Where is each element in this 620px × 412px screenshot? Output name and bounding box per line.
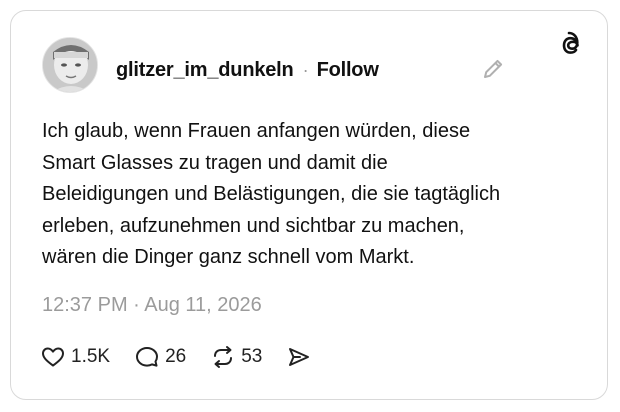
- reply-button[interactable]: 26: [134, 344, 186, 370]
- send-icon: [289, 348, 310, 366]
- reply-count: 26: [165, 346, 187, 367]
- repost-button[interactable]: 53: [210, 344, 262, 370]
- pencil-icon[interactable]: [480, 56, 506, 82]
- post-timestamp[interactable]: 12:37 PM · Aug 11, 2026: [42, 294, 262, 317]
- username-link[interactable]: glitzer_im_dunkeln: [116, 59, 294, 82]
- separator-dot: ·: [302, 59, 309, 80]
- share-button[interactable]: [286, 344, 312, 370]
- action-bar: 1.5K 26 53: [40, 342, 312, 372]
- post-text-line: wären die Dinger ganz schnell vom Markt.: [42, 246, 415, 268]
- repost-count: 53: [241, 346, 263, 367]
- post-text-line: Ich glaub, wenn Frauen anfangen würden, …: [42, 120, 471, 142]
- post-text-line: Smart Glasses zu tragen und damit die: [42, 151, 388, 174]
- speech-bubble-icon: [136, 347, 159, 367]
- post-text-line: erleben, aufzunehmen und sichtbar zu mac…: [42, 214, 465, 237]
- post-text: Ich glaub, wenn Frauen anfangen würden, …: [42, 116, 582, 274]
- avatar[interactable]: [42, 37, 98, 93]
- avatar-photo: [43, 38, 97, 92]
- follow-button[interactable]: Follow: [317, 59, 379, 82]
- threads-logo-icon[interactable]: [556, 30, 586, 60]
- repost-arrows-icon: [214, 346, 233, 368]
- heart-icon: [42, 347, 64, 367]
- post-text-line: Beleidigungen und Belästigungen, die sie…: [42, 183, 501, 205]
- post-header: glitzer_im_dunkeln · Follow: [116, 56, 379, 84]
- like-count: 1.5K: [71, 346, 111, 367]
- like-button[interactable]: 1.5K: [40, 344, 110, 370]
